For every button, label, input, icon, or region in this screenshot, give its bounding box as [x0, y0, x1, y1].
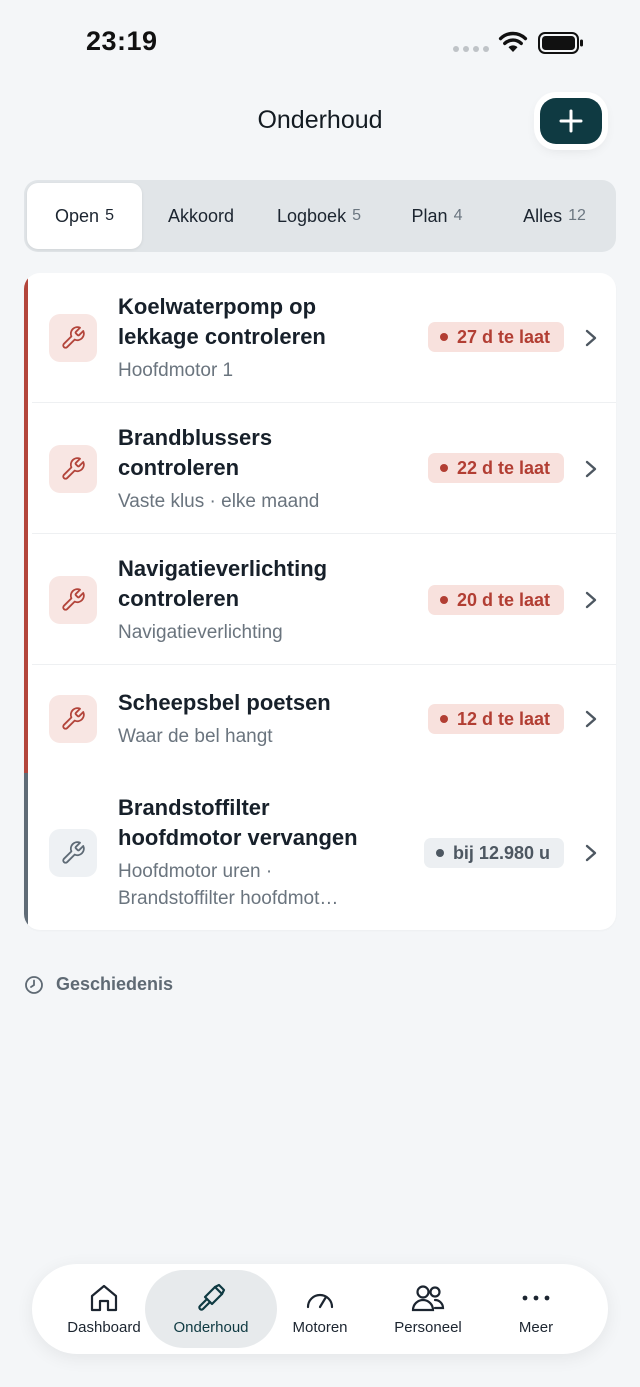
status-time: 23:19: [86, 26, 158, 56]
plus-icon: [559, 109, 583, 133]
tab-label: Akkoord: [167, 205, 235, 226]
history-link[interactable]: Geschiedenis: [24, 974, 173, 995]
wifi-icon: [498, 31, 528, 52]
add-button[interactable]: [540, 98, 602, 144]
tab-label: Logboek: [277, 205, 347, 226]
wrench-icon: [49, 445, 97, 493]
nav-personeel[interactable]: Personeel: [376, 1264, 480, 1354]
badge-label: 20 d te laat: [456, 589, 550, 610]
wrench-icon: [49, 829, 97, 877]
nav-label: Dashboard: [67, 1318, 141, 1336]
task-row[interactable]: Scheepsbel poetsen Waar de bel hangt 12 …: [24, 665, 616, 773]
wrench-icon: [49, 314, 97, 362]
signal-icon: [453, 46, 489, 52]
badge-label: 12 d te laat: [456, 708, 550, 729]
chevron-right-icon: [585, 710, 597, 728]
nav-motoren[interactable]: Motoren: [268, 1264, 372, 1354]
gauge-icon: [306, 1293, 334, 1308]
home-icon: [90, 1284, 118, 1311]
badge-label: bij 12.980 u: [452, 842, 550, 863]
chevron-right-icon: [585, 329, 597, 347]
status-badge: 27 d te laat: [427, 322, 564, 352]
nav-label: Motoren: [292, 1318, 348, 1336]
tab-plan[interactable]: Plan 4: [378, 183, 496, 249]
nav-dashboard[interactable]: Dashboard: [52, 1264, 156, 1354]
tab-logboek[interactable]: Logboek 5: [260, 183, 378, 249]
task-title: Brandstoffilter hoofdmotor vervangen: [118, 795, 358, 850]
history-label: Geschiedenis: [56, 974, 174, 994]
clock-icon: [25, 975, 43, 994]
status-badge: 12 d te laat: [427, 704, 564, 734]
nav-label: Meer: [518, 1318, 554, 1336]
tab-bar: Open 5 Akkoord Logboek 5 Plan 4 Alles 12: [24, 180, 616, 252]
task-subtitle: Vaste klus · elke maand: [118, 491, 320, 512]
task-row[interactable]: Koelwaterpomp op lekkage controleren Hoo…: [24, 273, 616, 403]
status-badge: 20 d te laat: [427, 585, 564, 615]
bottom-nav: Dashboard Onderhoud Motoren Personeel Me…: [32, 1264, 608, 1354]
task-subtitle: Navigatieverlichting: [118, 622, 283, 643]
badge-label: 22 d te laat: [456, 457, 550, 478]
tab-count: 4: [453, 207, 463, 224]
status-badge: 22 d te laat: [427, 453, 564, 483]
tab-count: 5: [105, 207, 114, 224]
tab-alles[interactable]: Alles 12: [496, 183, 613, 249]
chevron-right-icon: [585, 591, 597, 609]
tab-label: Plan: [411, 205, 448, 226]
task-title: Navigatieverlichting controleren: [118, 556, 328, 611]
tab-akkoord[interactable]: Akkoord: [142, 183, 260, 249]
status-bar: 23:19: [0, 0, 640, 88]
nav-meer[interactable]: Meer: [484, 1264, 588, 1354]
task-subtitle: Waar de bel hangt: [118, 726, 273, 747]
tab-count: 5: [352, 207, 361, 224]
chevron-right-icon: [585, 460, 597, 478]
badge-label: 27 d te laat: [456, 326, 550, 347]
task-title: Koelwaterpomp op lekkage controleren: [118, 294, 326, 349]
wrench-icon: [49, 695, 97, 743]
hammer-icon: [198, 1283, 226, 1311]
task-list: Koelwaterpomp op lekkage controleren Hoo…: [24, 273, 616, 930]
nav-label: Personeel: [394, 1318, 462, 1336]
task-title: Brandblussers controleren: [118, 425, 273, 480]
tab-open[interactable]: Open 5: [27, 183, 142, 249]
task-title: Scheepsbel poetsen: [118, 690, 331, 715]
task-subtitle: Hoofdmotor uren · Brandstoffilter hoofdm…: [118, 861, 339, 909]
nav-onderhoud[interactable]: Onderhoud: [145, 1270, 277, 1348]
task-subtitle: Hoofdmotor 1: [118, 360, 234, 381]
tab-label: Alles: [523, 205, 563, 226]
task-row[interactable]: Brandblussers controleren Vaste klus · e…: [24, 403, 616, 534]
nav-label: Onderhoud: [173, 1318, 249, 1336]
task-row[interactable]: Brandstoffilter hoofdmotor vervangen Hoo…: [24, 773, 616, 930]
tab-label: Open: [55, 205, 100, 226]
wrench-icon: [49, 576, 97, 624]
battery-icon: [538, 32, 583, 54]
tab-count: 12: [568, 207, 586, 224]
more-icon: [522, 1295, 550, 1300]
status-badge: bij 12.980 u: [423, 838, 564, 868]
task-row[interactable]: Navigatieverlichting controleren Navigat…: [24, 534, 616, 665]
people-icon: [411, 1284, 445, 1311]
chevron-right-icon: [585, 844, 597, 862]
